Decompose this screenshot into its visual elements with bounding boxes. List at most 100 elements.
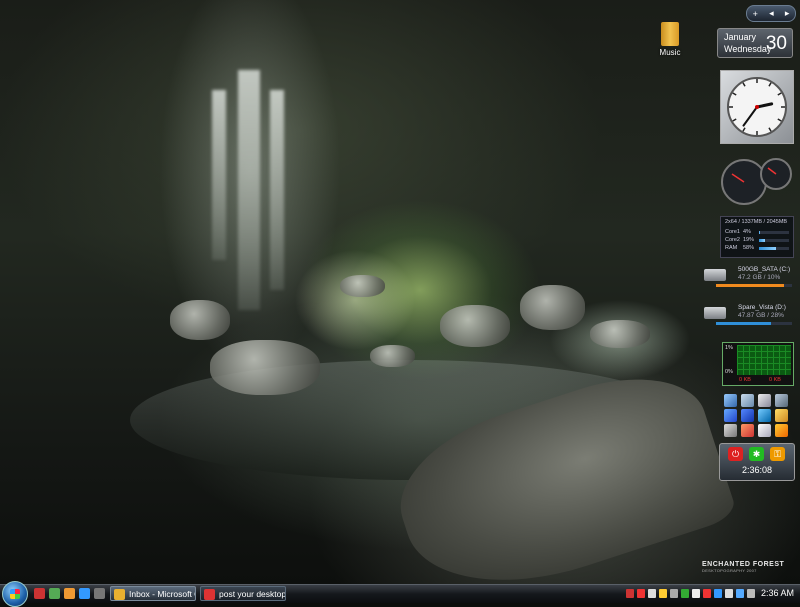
sysmon-header: 2x64 / 1337MB / 2045MB xyxy=(725,219,788,225)
tray-icon[interactable] xyxy=(681,589,689,598)
drive-name: 500GB_SATA (C:) xyxy=(738,266,791,273)
sysmon-value: 19% xyxy=(743,237,755,243)
restart-button[interactable]: ✱ xyxy=(749,447,764,461)
network-meter-gadget[interactable]: 1% 0% 0 KB 0 KB xyxy=(722,342,794,386)
network-icon[interactable] xyxy=(741,394,754,407)
rock xyxy=(210,340,320,395)
wallpaper-subtitle: DESKTOPOGRAPHY 2007 xyxy=(702,568,757,573)
core1-bar xyxy=(759,231,789,234)
power-button[interactable]: ⏻ xyxy=(728,447,743,461)
drive-stats: 47.87 GB / 28% xyxy=(738,312,784,319)
sysmon-row: Core1 4% xyxy=(725,229,751,235)
taskbar-item-browser[interactable]: post your desktop! s... xyxy=(200,586,286,601)
calendar-month: January xyxy=(724,32,757,42)
gauge-icon xyxy=(721,158,792,205)
sysmon-row: RAM 58% xyxy=(725,245,754,251)
document-icon[interactable] xyxy=(758,424,771,437)
windows-logo-icon xyxy=(10,589,20,599)
net-bottom-percent: 0% xyxy=(725,369,733,375)
tray-icon[interactable] xyxy=(692,589,700,598)
hard-drive-icon xyxy=(704,269,726,281)
tray-icon[interactable] xyxy=(703,589,711,598)
show-desktop-icon[interactable] xyxy=(94,588,105,599)
mycomputer-icon[interactable] xyxy=(758,394,771,407)
sysmon-value: 58% xyxy=(743,245,755,251)
tray-icon[interactable] xyxy=(670,589,678,598)
drive-stats: 47.2 GB / 10% xyxy=(738,274,781,281)
tray-icon[interactable] xyxy=(637,589,645,598)
tray-icon[interactable] xyxy=(648,589,656,598)
taskbar-clock[interactable]: 2:36 AM xyxy=(761,588,794,598)
taskbar-item-label: post your desktop! s... xyxy=(219,589,286,599)
quicklaunch-app-icon[interactable] xyxy=(49,588,60,599)
monitor-icon[interactable] xyxy=(724,394,737,407)
shutdown-gadget: ⏻ ✱ ⚿ 2:36:08 xyxy=(719,443,795,481)
explorer-icon[interactable] xyxy=(724,409,737,422)
tray-icon[interactable] xyxy=(747,589,755,598)
settings-icon[interactable] xyxy=(724,424,737,437)
recycle-icon[interactable] xyxy=(775,394,788,407)
system-tray: 2:36 AM xyxy=(622,585,800,603)
ie-icon[interactable] xyxy=(758,409,771,422)
waterfall-left xyxy=(212,90,226,260)
quicklaunch-app-icon[interactable] xyxy=(34,588,45,599)
desktop-icon-label: Music xyxy=(659,48,681,57)
system-monitor-gadget[interactable]: 2x64 / 1337MB / 2045MB Core1 4% Core2 19… xyxy=(720,216,794,258)
firefox-icon xyxy=(204,589,215,600)
rock xyxy=(520,285,585,330)
core2-bar xyxy=(759,239,789,242)
prev-icon[interactable]: ◂ xyxy=(769,8,774,19)
cpu-meter-gadget[interactable] xyxy=(718,156,794,206)
start-button[interactable] xyxy=(2,581,28,607)
taskbar-item-label: Inbox - Microsoft O... xyxy=(129,589,195,599)
app-icon[interactable] xyxy=(775,424,788,437)
sysmon-label: Core1 xyxy=(725,229,740,235)
app-launcher-gadget xyxy=(722,392,792,437)
tray-icon[interactable] xyxy=(736,589,744,598)
taskbar-item-outlook[interactable]: Inbox - Microsoft O... xyxy=(110,586,196,601)
waterfall-right xyxy=(270,90,284,290)
wallpaper-title: ENCHANTED FOREST xyxy=(702,561,785,568)
calendar-gadget[interactable]: January Wednesday 30 xyxy=(717,28,793,58)
tray-icon[interactable] xyxy=(626,589,634,598)
net-up: 0 KB xyxy=(769,377,781,383)
wallpaper-brand: ENCHANTED FOREST DESKTOPOGRAPHY 2007 xyxy=(702,561,784,573)
ie-icon[interactable] xyxy=(79,588,90,599)
hard-drive-icon xyxy=(704,307,726,319)
desktop-icon-music[interactable]: Music xyxy=(650,22,690,57)
rock xyxy=(340,275,385,297)
drive-usage-bar xyxy=(716,284,792,287)
net-down: 0 KB xyxy=(739,377,751,383)
folder-icon[interactable] xyxy=(775,409,788,422)
shutdown-time: 2:36:08 xyxy=(741,465,773,475)
drive-gadget-d[interactable]: Spare_Vista (D:) 47.87 GB / 28% xyxy=(704,304,792,330)
word-icon[interactable] xyxy=(741,409,754,422)
clock-gadget[interactable] xyxy=(720,70,794,144)
calendar-day: 30 xyxy=(765,33,787,54)
sysmon-row: Core2 19% xyxy=(725,237,754,243)
sysmon-label: Core2 xyxy=(725,237,740,243)
tray-icon[interactable] xyxy=(659,589,667,598)
network-graph xyxy=(737,345,791,375)
sidebar-controls: + ◂ ▸ xyxy=(746,5,796,22)
folder-icon xyxy=(661,22,679,46)
net-top-percent: 1% xyxy=(725,345,733,351)
waterfall-center xyxy=(238,70,260,310)
outlook-icon xyxy=(114,589,125,600)
rock xyxy=(170,300,230,340)
desktop: ENCHANTED FOREST DESKTOPOGRAPHY 2007 Mus… xyxy=(0,0,800,584)
tray-icon[interactable] xyxy=(714,589,722,598)
taskbar: Inbox - Microsoft O... post your desktop… xyxy=(0,581,800,607)
next-icon[interactable]: ▸ xyxy=(785,8,790,19)
drive-gadget-c[interactable]: 500GB_SATA (C:) 47.2 GB / 10% xyxy=(704,266,792,292)
calendar-weekday: Wednesday xyxy=(724,44,772,54)
clock-face xyxy=(727,77,787,137)
lock-button[interactable]: ⚿ xyxy=(770,447,785,461)
quicklaunch-app-icon[interactable] xyxy=(64,588,75,599)
ram-bar xyxy=(759,247,789,250)
media-icon[interactable] xyxy=(741,424,754,437)
add-gadget-button[interactable]: + xyxy=(753,9,758,19)
rock xyxy=(370,345,415,367)
rock xyxy=(440,305,510,347)
tray-icon[interactable] xyxy=(725,589,733,598)
